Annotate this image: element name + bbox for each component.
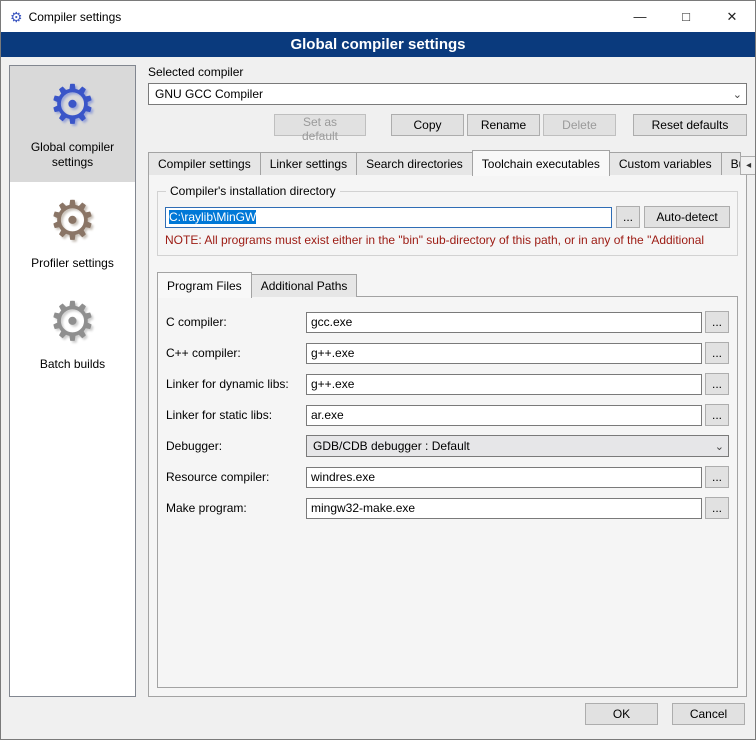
make-program-input[interactable] (306, 498, 702, 519)
static-linker-input[interactable] (306, 405, 702, 426)
selected-compiler-value: GNU GCC Compiler (155, 87, 727, 101)
compiler-settings-dialog: ⚙ Compiler settings — □ ✕ Global compile… (0, 0, 756, 740)
resource-compiler-browse-button[interactable]: ... (705, 466, 729, 488)
field-row-dynamic-linker: Linker for dynamic libs: ... (166, 373, 729, 395)
tab-scrollers: ◂ ▸ (740, 156, 756, 175)
field-row-debugger: Debugger: GDB/CDB debugger : Default ⌄ (166, 435, 729, 457)
auto-detect-button[interactable]: Auto-detect (644, 206, 730, 228)
c-compiler-input[interactable] (306, 312, 702, 333)
resource-compiler-input[interactable] (306, 467, 702, 488)
program-files-tabstrip: Program Files Additional Paths (157, 272, 738, 297)
sidebar-item-label: Batch builds (40, 357, 105, 372)
window-title: Compiler settings (29, 10, 122, 24)
program-files-panel: C compiler: ... C++ compiler: ... Linker… (157, 296, 738, 688)
installation-directory-label: Compiler's installation directory (166, 184, 340, 198)
resource-compiler-label: Resource compiler: (166, 470, 306, 484)
debugger-value: GDB/CDB debugger : Default (313, 439, 709, 453)
tab-toolchain-executables[interactable]: Toolchain executables (472, 150, 610, 176)
tab-custom-variables[interactable]: Custom variables (609, 152, 722, 175)
reset-defaults-button[interactable]: Reset defaults (633, 114, 747, 136)
sidebar-item-profiler-settings[interactable]: ⚙ Profiler settings (10, 182, 135, 283)
field-row-make-program: Make program: ... (166, 497, 729, 519)
dialog-body: ⚙ Global compiler settings ⚙ Profiler se… (1, 57, 755, 697)
sidebar-item-label: Profiler settings (31, 256, 114, 271)
cancel-button[interactable]: Cancel (672, 703, 745, 725)
minimize-button[interactable]: — (617, 1, 663, 32)
chevron-down-icon: ⌄ (727, 88, 742, 101)
main-panel: Selected compiler GNU GCC Compiler ⌄ Set… (148, 65, 747, 697)
dynamic-linker-label: Linker for dynamic libs: (166, 377, 306, 391)
compiler-actions: Set as default Copy Rename Delete Reset … (148, 114, 747, 136)
subtab-program-files[interactable]: Program Files (157, 272, 252, 298)
field-row-cpp-compiler: C++ compiler: ... (166, 342, 729, 364)
debugger-label: Debugger: (166, 439, 306, 453)
field-row-c-compiler: C compiler: ... (166, 311, 729, 333)
selected-compiler-select[interactable]: GNU GCC Compiler ⌄ (148, 83, 747, 105)
c-compiler-label: C compiler: (166, 315, 306, 329)
field-row-static-linker: Linker for static libs: ... (166, 404, 729, 426)
toolchain-executables-panel: Compiler's installation directory C:\ray… (148, 174, 747, 697)
field-row-resource-compiler: Resource compiler: ... (166, 466, 729, 488)
tab-linker-settings[interactable]: Linker settings (260, 152, 357, 175)
sidebar-item-label: Global compiler settings (14, 140, 131, 170)
settings-sidebar: ⚙ Global compiler settings ⚙ Profiler se… (9, 65, 136, 697)
sidebar-item-global-compiler-settings[interactable]: ⚙ Global compiler settings (10, 66, 135, 182)
dynamic-linker-input[interactable] (306, 374, 702, 395)
app-gear-icon: ⚙ (10, 10, 23, 24)
profiler-tool-icon: ⚙ (48, 194, 96, 248)
bin-subdirectory-note: NOTE: All programs must exist either in … (165, 233, 730, 247)
rename-button[interactable]: Rename (467, 114, 540, 136)
set-as-default-button[interactable]: Set as default (274, 114, 366, 136)
cpp-compiler-input[interactable] (306, 343, 702, 364)
tab-compiler-settings[interactable]: Compiler settings (148, 152, 261, 175)
installation-directory-row: C:\raylib\MinGW ... Auto-detect (165, 206, 730, 228)
sidebar-item-batch-builds[interactable]: ⚙ Batch builds (10, 283, 135, 384)
dialog-footer: OK Cancel (1, 697, 755, 739)
maximize-button[interactable]: □ (663, 1, 709, 32)
static-linker-browse-button[interactable]: ... (705, 404, 729, 426)
ok-button[interactable]: OK (585, 703, 658, 725)
debugger-select[interactable]: GDB/CDB debugger : Default ⌄ (306, 435, 729, 457)
tab-build-clipped[interactable]: Buil (721, 152, 741, 175)
selected-compiler-label: Selected compiler (148, 65, 747, 79)
delete-button[interactable]: Delete (543, 114, 616, 136)
cpp-compiler-browse-button[interactable]: ... (705, 342, 729, 364)
chevron-down-icon: ⌄ (709, 440, 724, 453)
installation-directory-browse-button[interactable]: ... (616, 206, 640, 228)
tab-scroll-left-icon[interactable]: ◂ (740, 156, 756, 175)
installation-directory-value: C:\raylib\MinGW (169, 210, 256, 224)
installation-directory-group: Compiler's installation directory C:\ray… (157, 191, 738, 256)
dynamic-linker-browse-button[interactable]: ... (705, 373, 729, 395)
cpp-compiler-label: C++ compiler: (166, 346, 306, 360)
subtab-additional-paths[interactable]: Additional Paths (251, 274, 358, 297)
close-button[interactable]: ✕ (709, 1, 755, 32)
c-compiler-browse-button[interactable]: ... (705, 311, 729, 333)
static-linker-label: Linker for static libs: (166, 408, 306, 422)
make-program-browse-button[interactable]: ... (705, 497, 729, 519)
window-controls: — □ ✕ (617, 1, 755, 32)
gray-gear-icon: ⚙ (48, 295, 96, 349)
make-program-label: Make program: (166, 501, 306, 515)
installation-directory-input[interactable]: C:\raylib\MinGW (165, 207, 612, 228)
copy-button[interactable]: Copy (391, 114, 464, 136)
settings-tabstrip: Compiler settings Linker settings Search… (148, 150, 747, 175)
titlebar: ⚙ Compiler settings — □ ✕ (1, 1, 755, 32)
dialog-header: Global compiler settings (1, 32, 755, 57)
blue-gear-icon: ⚙ (48, 78, 96, 132)
tab-search-directories[interactable]: Search directories (356, 152, 473, 175)
